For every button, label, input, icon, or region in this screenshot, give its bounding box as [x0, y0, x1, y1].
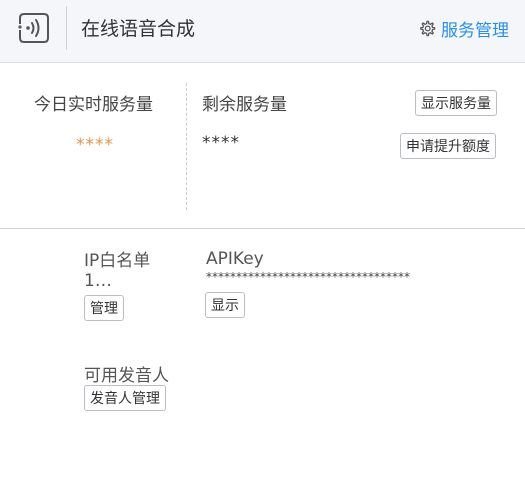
header-divider	[66, 6, 67, 50]
available-speakers-label: 可用发音人	[84, 366, 169, 386]
service-manage-label[interactable]: 服务管理	[441, 16, 509, 41]
stats-divider	[186, 83, 187, 210]
page-title: 在线语音合成	[81, 18, 196, 40]
gear-icon	[420, 20, 436, 36]
remaining-usage-label: 剩余服务量	[202, 95, 287, 115]
whitelist-manage-button[interactable]: 管理	[84, 295, 124, 321]
today-usage-value: ****	[76, 135, 114, 155]
service-stats-panel: 今日实时服务量 **** 剩余服务量 **** 显示服务量 申请提升额度	[0, 63, 525, 229]
apikey-label: APIKey	[206, 249, 264, 269]
page-header: 在线语音合成 服务管理	[0, 0, 525, 63]
service-manage-link[interactable]: 服务管理	[418, 16, 509, 41]
voice-synthesis-icon	[18, 13, 49, 43]
show-usage-button[interactable]: 显示服务量	[415, 90, 497, 116]
apikey-value: **********************************	[206, 270, 410, 284]
today-usage-label: 今日实时服务量	[34, 95, 153, 115]
apply-quota-button[interactable]: 申请提升额度	[400, 133, 496, 159]
remaining-usage-value: ****	[202, 133, 240, 153]
speaker-manage-button[interactable]: 发音人管理	[84, 385, 166, 411]
show-apikey-button[interactable]: 显示	[205, 292, 245, 318]
ip-whitelist-label: IP白名单1…	[84, 251, 151, 291]
